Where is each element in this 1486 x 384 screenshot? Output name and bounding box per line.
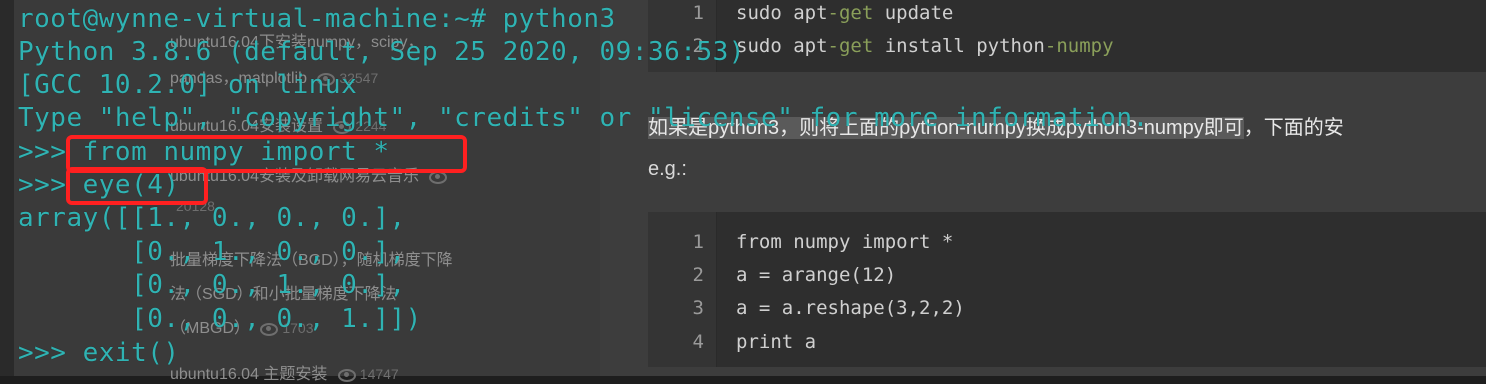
- annotation-box-eye: [66, 167, 208, 205]
- terminal-prompt-line: root@wynne-virtual-machine:~# python3: [18, 4, 616, 34]
- terminal-input-line: >>> exit(): [18, 338, 180, 368]
- terminal-output-line: Python 3.8.6 (default, Sep 25 2020, 09:3…: [18, 37, 745, 67]
- terminal-output-line: [GCC 10.2.0] on linux: [18, 70, 358, 100]
- terminal-output-line: [0., 0., 0., 1.]]): [18, 304, 422, 334]
- terminal-output-line: array([[1., 0., 0., 0.],: [18, 203, 406, 233]
- terminal-output-line: Type "help", "copyright", "credits" or "…: [18, 103, 1149, 133]
- terminal-output-line: [0., 0., 1., 0.],: [18, 270, 406, 300]
- terminal-output-line: [0., 1., 0., 0.],: [18, 237, 406, 267]
- terminal-window[interactable]: root@wynne-virtual-machine:~# python3 Py…: [0, 0, 1486, 376]
